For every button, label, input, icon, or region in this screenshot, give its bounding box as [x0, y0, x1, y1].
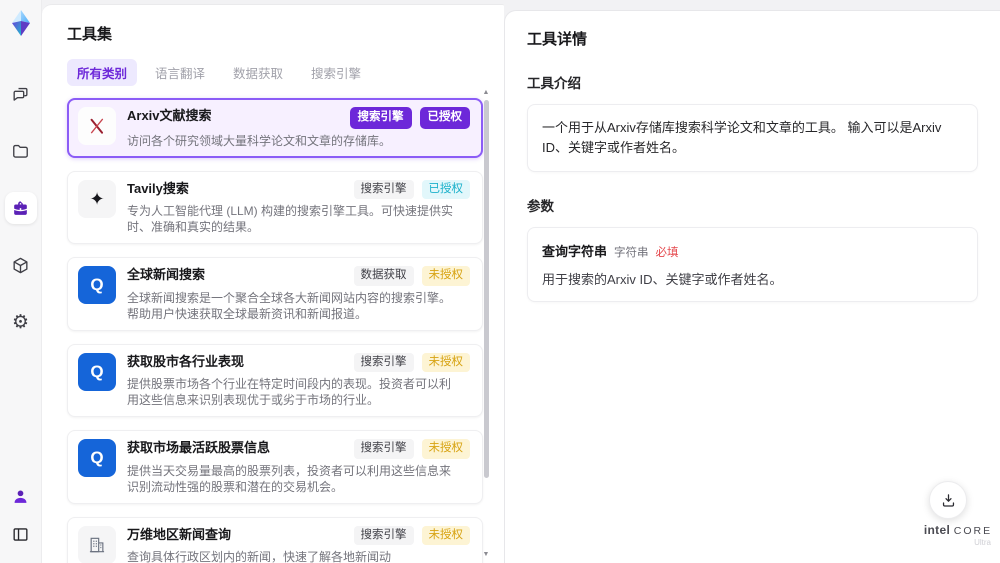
tool-category-badge: 搜索引擎 — [353, 179, 414, 199]
tool-description: 提供当天交易量最高的股票列表，投资者可以利用这些信息来识别流动性强的股票和潜在的… — [127, 463, 452, 494]
chat-icon — [13, 87, 28, 101]
tool-category-badge: 数据获取 — [353, 266, 414, 286]
briefcase-icon — [14, 200, 27, 215]
tool-card[interactable]: 万维地区新闻查询 搜索引擎 未授权 查询具体行政区划内的新闻，快速了解各地新闻动 — [67, 516, 483, 563]
sidebar-item-files[interactable] — [5, 135, 37, 167]
tool-status-badge: 未授权 — [421, 439, 470, 459]
params-heading: 参数 — [527, 199, 554, 215]
gear-icon: ⚙ — [11, 311, 30, 333]
tool-status-badge: 未授权 — [421, 266, 470, 286]
download-icon — [942, 493, 954, 507]
sidebar-item-toolset[interactable] — [4, 192, 37, 224]
tool-card[interactable]: Q 获取股市各行业表现 搜索引擎 未授权 提供股票市场各个行业在特定时间段内的表… — [67, 343, 483, 417]
category-tab[interactable]: 搜索引擎 — [301, 59, 371, 86]
tool-title: Tavily搜索 — [127, 180, 189, 196]
tool-description: 专为人工智能代理 (LLM) 构建的搜索引擎工具。可快速提供实时、准确和真实的结… — [127, 204, 454, 234]
tool-card[interactable]: Q 获取市场最活跃股票信息 搜索引擎 未授权 提供当天交易量最高的股票列表，投资… — [67, 430, 483, 504]
panel-toggle-icon — [13, 527, 28, 541]
sparkle-icon: ✦ — [78, 179, 116, 218]
tool-category-badge: 搜索引擎 — [353, 439, 414, 459]
tool-title: 获取股市各行业表现 — [127, 353, 245, 369]
scrollbar-thumb[interactable] — [483, 100, 489, 478]
category-tab[interactable]: 语言翻译 — [145, 59, 215, 86]
tool-category-badge: 搜索引擎 — [353, 525, 414, 545]
scroll-up-arrow-icon[interactable]: ▲ — [483, 89, 490, 97]
intel-core-logo: intel CORE Ultra — [921, 523, 995, 547]
tool-card[interactable]: Arxiv文献搜索 搜索引擎 已授权 访问各个研究领域大量科学论文和文章的存储库… — [67, 98, 483, 158]
tool-card[interactable]: ✦ Tavily搜索 搜索引擎 已授权 专为人工智能代理 (LLM) 构建的搜索… — [67, 170, 483, 244]
sidebar: ⚙ — [0, 0, 42, 563]
param-required-flag: 必填 — [655, 247, 679, 260]
news-logo-icon: Q — [78, 439, 116, 477]
list-scrollbar[interactable]: ▲ ▼ — [482, 89, 490, 559]
page-title: 工具集 — [67, 26, 113, 43]
tool-title: Arxiv文献搜索 — [127, 108, 212, 123]
tool-description: 全球新闻搜索是一个聚合全球各大新闻网站内容的搜索引擎。帮助用户快速获取全球最新资… — [127, 290, 452, 321]
tool-title: 全球新闻搜索 — [127, 267, 206, 282]
cube-icon — [13, 257, 28, 273]
scroll-down-arrow-icon[interactable]: ▼ — [483, 551, 490, 559]
news-logo-icon: Q — [78, 266, 116, 304]
tool-status-badge: 已授权 — [419, 107, 470, 129]
sidebar-item-packages[interactable] — [5, 249, 37, 281]
intro-text: 一个用于从Arxiv存储库搜索科学论文和文章的工具。 输入可以是Arxiv ID… — [542, 120, 942, 156]
category-tabs: 所有类别 语言翻译 数据获取 搜索引擎 — [67, 59, 480, 86]
tool-description: 提供股票市场各个行业在特定时间段内的表现。投资者可以利用这些信息来识别表现优于或… — [127, 377, 452, 407]
sidebar-bottom — [8, 483, 34, 547]
sidebar-item-account[interactable] — [8, 483, 34, 509]
tool-title: 获取市场最活跃股票信息 — [127, 440, 271, 455]
tool-card[interactable]: Q 全球新闻搜索 数据获取 未授权 全球新闻搜索是一个聚合全球各大新闻网站内容的… — [67, 257, 483, 331]
tool-status-badge: 未授权 — [421, 525, 470, 545]
tool-description: 访问各个研究领域大量科学论文和文章的存储库。 — [127, 133, 392, 148]
tool-status-badge: 已授权 — [421, 179, 470, 199]
download-button[interactable] — [929, 481, 967, 519]
sidebar-nav: ⚙ — [4, 78, 37, 338]
tool-detail-panel: 工具详情 工具介绍 一个用于从Arxiv存储库搜索科学论文和文章的工具。 输入可… — [504, 10, 1000, 563]
category-tab[interactable]: 所有类别 — [67, 59, 138, 86]
news-logo-icon: Q — [78, 352, 116, 391]
tool-description: 查询具体行政区划内的新闻，快速了解各地新闻动 — [127, 550, 392, 563]
sidebar-item-chat[interactable] — [5, 78, 37, 110]
arxiv-logo-icon — [78, 107, 116, 145]
tool-status-badge: 未授权 — [421, 352, 470, 372]
intel-wordmark: intel — [923, 523, 951, 537]
app-logo-gem-icon — [11, 10, 30, 36]
category-tab[interactable]: 数据获取 — [223, 59, 293, 86]
tool-card-list: Arxiv文献搜索 搜索引擎 已授权 访问各个研究领域大量科学论文和文章的存储库… — [67, 98, 483, 563]
folder-icon — [13, 144, 28, 158]
intro-heading: 工具介绍 — [527, 76, 581, 91]
intro-box: 一个用于从Arxiv存储库搜索科学论文和文章的工具。 输入可以是Arxiv ID… — [527, 104, 978, 173]
detail-title: 工具详情 — [527, 31, 588, 48]
ultra-wordmark: Ultra — [974, 538, 991, 547]
sidebar-item-settings[interactable]: ⚙ — [5, 306, 37, 338]
param-description: 用于搜索的Arxiv ID、关键字或作者姓名。 — [542, 272, 783, 288]
core-wordmark: CORE — [953, 525, 993, 537]
avatar-icon — [14, 489, 27, 503]
tool-category-badge: 搜索引擎 — [353, 352, 414, 372]
building-icon — [78, 525, 116, 563]
param-type: 字符串 — [614, 247, 649, 260]
tool-title: 万维地区新闻查询 — [127, 526, 232, 542]
param-box: 查询字符串 字符串 必填 用于搜索的Arxiv ID、关键字或作者姓名。 — [527, 227, 978, 303]
tool-category-badge: 搜索引擎 — [349, 107, 412, 129]
sidebar-item-collapse[interactable] — [8, 521, 34, 547]
toolset-panel: 工具集 所有类别 语言翻译 数据获取 搜索引擎 Arxiv文献搜索 搜索引擎 已授权 … — [42, 4, 504, 563]
param-name: 查询字符串 — [542, 244, 608, 260]
